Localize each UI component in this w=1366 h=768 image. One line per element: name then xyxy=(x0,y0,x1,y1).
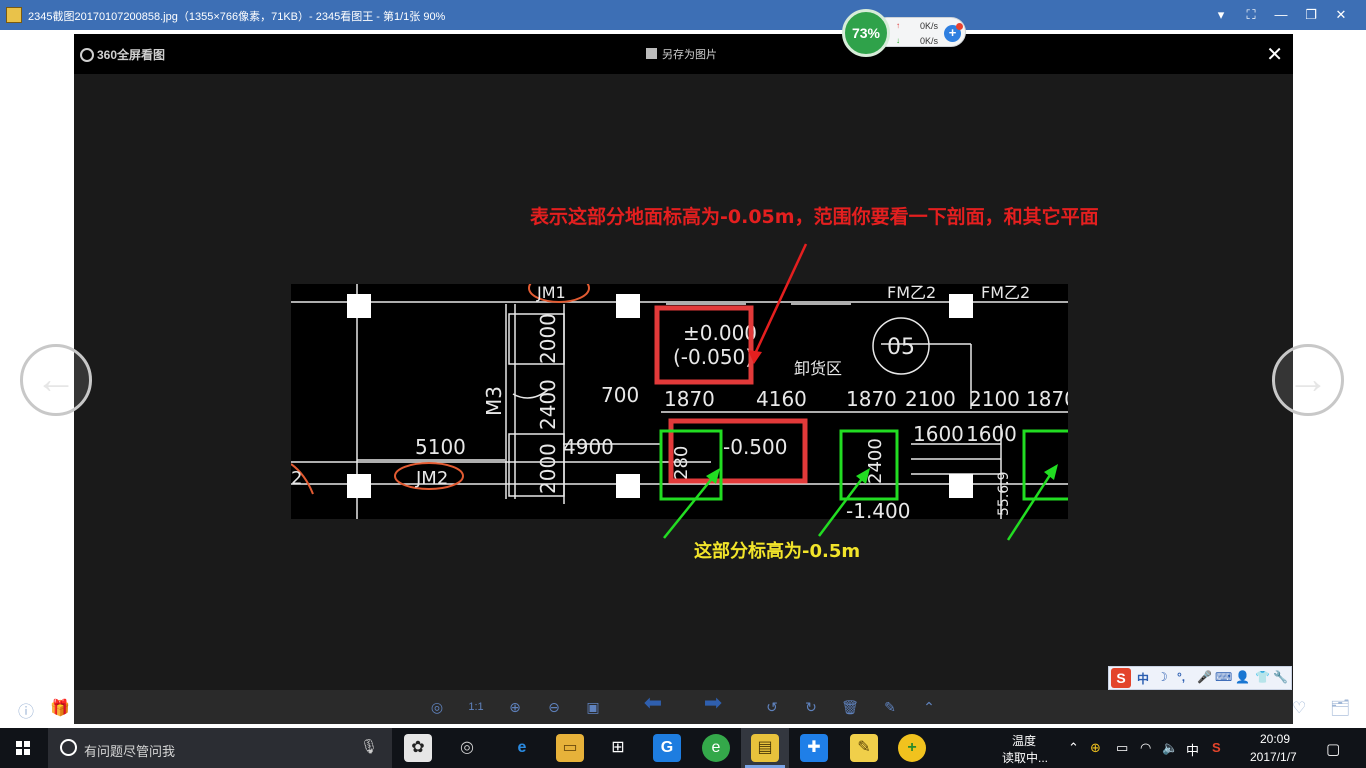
green-arrow xyxy=(663,475,715,539)
delete-icon[interactable]: 🗑 xyxy=(840,698,860,716)
file-explorer-icon[interactable]: ▭ xyxy=(556,734,584,762)
ime-settings-icon[interactable]: 🔧 xyxy=(1273,670,1288,684)
mouse-mode-icon[interactable]: ◎ xyxy=(427,698,447,716)
window-title: 2345截图20170107200858.jpg（1355×766像素，71KB… xyxy=(28,11,446,23)
notification-dot xyxy=(956,23,963,30)
volume-icon[interactable]: 🔈 xyxy=(1162,740,1178,756)
download-rate: 0K/s xyxy=(920,36,939,46)
actual-size-button[interactable]: 1:1 xyxy=(466,698,486,716)
tray-security-icon[interactable]: ⊕ xyxy=(1090,740,1101,756)
memory-percent[interactable]: 73% xyxy=(842,9,890,57)
fullscreen-button[interactable]: ⛶ xyxy=(1242,6,1260,24)
ime-punct-icon[interactable]: °, xyxy=(1177,670,1185,684)
previous-arrow-icon[interactable]: ⬅ xyxy=(636,692,670,714)
red-arrow xyxy=(752,243,808,357)
ime-voice-icon[interactable]: 🎤 xyxy=(1197,670,1212,684)
weather-label[interactable]: 温度 xyxy=(1012,732,1036,749)
gift-icon[interactable]: 🎁 xyxy=(50,698,70,718)
clock-time[interactable]: 20:09 xyxy=(1260,732,1290,746)
green-arrow xyxy=(818,475,865,537)
info-icon[interactable]: ⓘ xyxy=(18,698,34,722)
start-button[interactable] xyxy=(0,728,48,768)
taskbar: 有问题尽管问我 🎙 ✿ ◎ e ▭ ⊞ G e ▤ ✚ ✎ + 温度 读取中..… xyxy=(0,728,1366,768)
weather-status[interactable]: 读取中... xyxy=(1002,749,1048,766)
cortana-icon xyxy=(60,739,77,756)
ime-lang-icon[interactable]: 中 xyxy=(1137,670,1149,687)
ime-skin-icon[interactable]: 👕 xyxy=(1255,670,1270,684)
annotation-yellow: 这部分标高为-0.5m xyxy=(694,541,861,562)
ime-user-icon[interactable]: 👤 xyxy=(1235,670,1250,684)
green-arrow xyxy=(1006,471,1054,541)
minimize-button[interactable]: — xyxy=(1272,6,1290,24)
edit-icon[interactable]: ✎ xyxy=(880,698,900,716)
prev-image-button[interactable]: ← xyxy=(20,344,92,416)
red-arrowhead xyxy=(748,350,762,364)
store-icon[interactable]: ⊞ xyxy=(604,734,632,762)
next-image-button[interactable]: → xyxy=(1272,344,1344,416)
more-up-icon[interactable]: ⌃ xyxy=(919,698,939,716)
tray-expand-icon[interactable]: ⌃ xyxy=(1068,740,1079,756)
microphone-icon[interactable]: 🎙 xyxy=(360,738,378,755)
edge-browser-icon[interactable]: e xyxy=(508,734,536,762)
app-icon xyxy=(6,7,22,23)
chat-app-icon[interactable]: ✚ xyxy=(800,734,828,762)
app-spiral-icon[interactable]: ◎ xyxy=(453,734,481,762)
next-arrow-icon[interactable]: ➡ xyxy=(696,692,730,714)
notes-app-icon[interactable]: ✎ xyxy=(850,734,878,762)
upload-rate: 0K/s xyxy=(920,21,939,31)
input-language[interactable]: 中 xyxy=(1186,740,1199,759)
cortana-search[interactable]: 有问题尽管问我 🎙 xyxy=(48,728,392,768)
search-placeholder: 有问题尽管问我 xyxy=(84,744,176,759)
browser-g-icon[interactable]: G xyxy=(653,734,681,762)
notification-center-icon[interactable]: ▢ xyxy=(1326,740,1340,758)
network-monitor[interactable]: 73% ↑ ↓ 0K/s 0K/s + xyxy=(842,9,968,57)
zoom-in-icon[interactable]: ⊕ xyxy=(505,698,525,716)
green-arrowhead xyxy=(1044,464,1058,480)
window-titlebar: 2345截图20170107200858.jpg（1355×766像素，71KB… xyxy=(0,0,1366,30)
ime-toolbar[interactable]: S 中 ☽ °, 🎤 ⌨ 👤 👕 🔧 xyxy=(1108,666,1292,690)
rotate-right-icon[interactable]: ↻ xyxy=(801,698,821,716)
close-button[interactable]: ✕ xyxy=(1332,6,1350,24)
sogou-tray-icon[interactable]: S xyxy=(1212,740,1221,755)
ime-halfwidth-icon[interactable]: ☽ xyxy=(1157,670,1168,684)
wifi-icon[interactable]: ◠ xyxy=(1140,740,1151,756)
ime-keyboard-icon[interactable]: ⌨ xyxy=(1215,670,1232,684)
rotate-left-icon[interactable]: ↺ xyxy=(762,698,782,716)
favorite-heart-icon[interactable]: ♡ xyxy=(1292,698,1306,718)
windows-logo-icon xyxy=(16,741,30,755)
fit-screen-icon[interactable]: ▣ xyxy=(583,698,603,716)
sogou-logo-icon[interactable]: S xyxy=(1111,668,1131,688)
upload-arrow-icon: ↑ xyxy=(896,21,900,30)
viewer-toolbar: ◎ 1:1 ⊕ ⊖ ▣ ⬅ ➡ ↺ ↻ 🗑 ✎ ⌃ xyxy=(74,690,1293,724)
maximize-button[interactable]: ❐ xyxy=(1302,6,1320,24)
arrow-overlay xyxy=(663,243,1058,541)
app-pinwheel-icon[interactable]: ✿ xyxy=(404,734,432,762)
dropdown-icon[interactable]: ▾ xyxy=(1212,6,1230,24)
browser-360-icon[interactable]: e xyxy=(702,734,730,762)
download-arrow-icon: ↓ xyxy=(896,36,900,45)
green-arrowhead xyxy=(856,468,870,484)
image-viewer: 360全屏看图 另存为图片 ✕ 表示这部分地面标高为-0.05m，范围你要看一下… xyxy=(74,34,1293,724)
image-viewer-app-icon[interactable]: ▤ xyxy=(751,734,779,762)
security-app-icon[interactable]: + xyxy=(898,734,926,762)
zoom-out-icon[interactable]: ⊖ xyxy=(544,698,564,716)
folder-icon[interactable]: 🗂 xyxy=(1330,698,1350,718)
battery-icon[interactable]: ▭ xyxy=(1116,740,1128,756)
clock-date[interactable]: 2017/1/7 xyxy=(1250,750,1297,764)
